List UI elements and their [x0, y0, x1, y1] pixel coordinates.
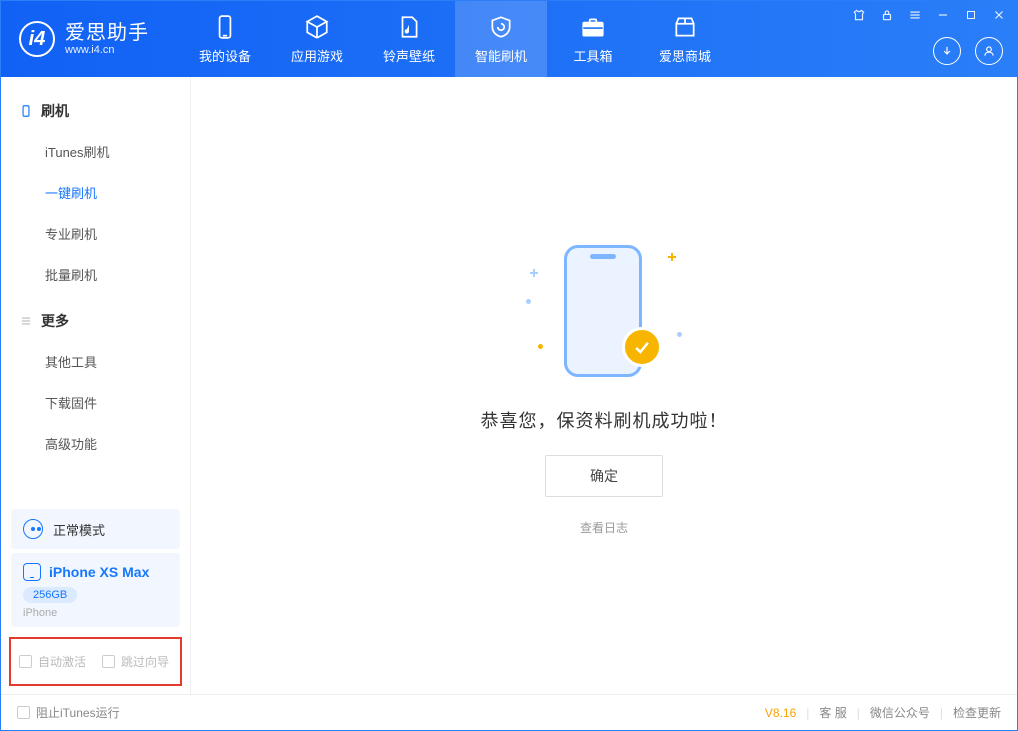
- section-title: 更多: [41, 311, 69, 331]
- refresh-shield-icon: [488, 14, 514, 40]
- nav-tab-device[interactable]: 我的设备: [179, 1, 271, 77]
- menu-icon[interactable]: [907, 7, 923, 23]
- device-capacity: 256GB: [23, 587, 77, 603]
- version-label: V8.16: [765, 706, 796, 720]
- list-icon: [19, 314, 33, 328]
- toolbox-icon: [580, 14, 606, 40]
- device-mode-box[interactable]: 正常模式: [11, 509, 180, 549]
- mode-icon: [23, 519, 43, 539]
- support-link[interactable]: 客 服: [819, 704, 846, 721]
- dot-icon: [538, 344, 543, 349]
- checkbox-label: 跳过向导: [121, 653, 169, 670]
- app-logo: i4 爱思助手 www.i4.cn: [1, 1, 167, 77]
- checkbox-label: 阻止iTunes运行: [36, 704, 120, 721]
- shirt-icon[interactable]: [851, 7, 867, 23]
- sidebar: 刷机 iTunes刷机 一键刷机 专业刷机 批量刷机 更多 其他工具 下载固件 …: [1, 77, 191, 694]
- close-button[interactable]: [991, 7, 1007, 23]
- sidebar-item-other-tools[interactable]: 其他工具: [1, 341, 190, 382]
- nav-label: 我的设备: [199, 46, 251, 65]
- ok-button[interactable]: 确定: [545, 455, 663, 497]
- nav-tab-flash[interactable]: 智能刷机: [455, 1, 547, 77]
- maximize-button[interactable]: [963, 7, 979, 23]
- dot-icon: [677, 332, 682, 337]
- device-icon: [212, 14, 238, 40]
- nav-label: 铃声壁纸: [383, 46, 435, 65]
- checkbox-block-itunes[interactable]: 阻止iTunes运行: [17, 704, 120, 721]
- device-name: iPhone XS Max: [49, 564, 149, 580]
- checkbox-skip-guide[interactable]: 跳过向导: [102, 653, 169, 670]
- nav-label: 应用游戏: [291, 46, 343, 65]
- sidebar-item-advanced[interactable]: 高级功能: [1, 423, 190, 464]
- sidebar-item-itunes-flash[interactable]: iTunes刷机: [1, 131, 190, 172]
- header-actions: [933, 37, 1003, 65]
- sidebar-section-flash: 刷机: [1, 91, 190, 131]
- check-update-link[interactable]: 检查更新: [953, 704, 1001, 721]
- music-file-icon: [396, 14, 422, 40]
- statusbar: 阻止iTunes运行 V8.16 | 客 服 | 微信公众号 | 检查更新: [1, 694, 1017, 730]
- sidebar-section-more: 更多: [1, 301, 190, 341]
- checkbox-label: 自动激活: [38, 653, 86, 670]
- checkbox-icon: [19, 655, 32, 668]
- window-controls: [851, 7, 1007, 23]
- phone-icon: [23, 563, 41, 581]
- nav-label: 工具箱: [573, 46, 612, 65]
- logo-icon: i4: [19, 21, 55, 57]
- success-message: 恭喜您，保资料刷机成功啦！: [481, 407, 728, 433]
- app-subtitle: www.i4.cn: [65, 44, 149, 56]
- check-badge-icon: [622, 327, 662, 367]
- section-title: 刷机: [41, 101, 69, 121]
- sidebar-item-download-fw[interactable]: 下载固件: [1, 382, 190, 423]
- minimize-button[interactable]: [935, 7, 951, 23]
- nav-tabs: 我的设备 应用游戏 铃声壁纸 智能刷机 工具箱 爱思商城: [179, 1, 731, 77]
- wechat-link[interactable]: 微信公众号: [870, 704, 930, 721]
- sidebar-item-batch-flash[interactable]: 批量刷机: [1, 254, 190, 295]
- device-type: iPhone: [23, 607, 168, 619]
- flash-options-row: 自动激活 跳过向导: [9, 637, 182, 686]
- success-illustration: [524, 235, 684, 385]
- store-icon: [672, 14, 698, 40]
- dot-icon: [526, 299, 531, 304]
- nav-label: 智能刷机: [475, 46, 527, 65]
- view-log-link[interactable]: 查看日志: [580, 519, 628, 536]
- lock-icon[interactable]: [879, 7, 895, 23]
- device-info-box[interactable]: iPhone XS Max 256GB iPhone: [11, 553, 180, 627]
- download-button[interactable]: [933, 37, 961, 65]
- checkbox-auto-activate[interactable]: 自动激活: [19, 653, 86, 670]
- checkbox-icon: [102, 655, 115, 668]
- nav-tab-ringtones[interactable]: 铃声壁纸: [363, 1, 455, 77]
- nav-label: 爱思商城: [659, 46, 711, 65]
- body: 刷机 iTunes刷机 一键刷机 专业刷机 批量刷机 更多 其他工具 下载固件 …: [1, 77, 1017, 694]
- sparkle-icon: [668, 253, 676, 261]
- main-content: 恭喜您，保资料刷机成功啦！ 确定 查看日志: [191, 77, 1017, 694]
- sidebar-item-oneclick-flash[interactable]: 一键刷机: [1, 172, 190, 213]
- nav-tab-apps[interactable]: 应用游戏: [271, 1, 363, 77]
- sidebar-item-pro-flash[interactable]: 专业刷机: [1, 213, 190, 254]
- titlebar: i4 爱思助手 www.i4.cn 我的设备 应用游戏 铃声壁纸 智能刷机: [1, 1, 1017, 77]
- sparkle-icon: [530, 269, 538, 277]
- cube-icon: [304, 14, 330, 40]
- nav-tab-store[interactable]: 爱思商城: [639, 1, 731, 77]
- checkbox-icon: [17, 706, 30, 719]
- nav-tab-toolbox[interactable]: 工具箱: [547, 1, 639, 77]
- app-title: 爱思助手: [65, 22, 149, 44]
- user-button[interactable]: [975, 37, 1003, 65]
- phone-icon: [19, 104, 33, 118]
- device-mode: 正常模式: [53, 520, 105, 539]
- app-window: i4 爱思助手 www.i4.cn 我的设备 应用游戏 铃声壁纸 智能刷机: [0, 0, 1018, 731]
